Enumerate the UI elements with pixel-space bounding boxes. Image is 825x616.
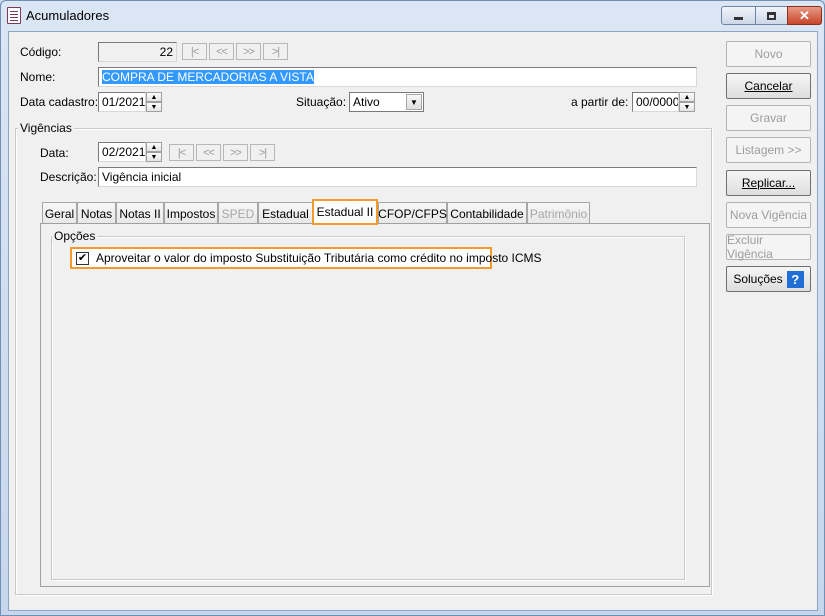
novo-button[interactable]: Novo xyxy=(726,41,811,67)
tab-estadual-ii[interactable]: Estadual II xyxy=(312,199,378,225)
excluir-vigencia-button[interactable]: Excluir Vigência xyxy=(726,233,811,261)
tab-geral[interactable]: Geral xyxy=(42,202,77,224)
excluir-vigencia-button-label: Excluir Vigência xyxy=(727,233,773,261)
opcoes-title: Opções xyxy=(52,229,98,243)
opcoes-group xyxy=(51,236,685,580)
tab-panel-estadual-ii: Opções xyxy=(40,223,710,587)
spin-down-icon[interactable]: ▼ xyxy=(146,102,162,112)
maximize-icon xyxy=(767,11,776,20)
situacao-value: Ativo xyxy=(353,95,380,109)
nova-vigencia-button-label: Nova Vigência xyxy=(729,208,808,222)
descricao-label: Descrição: xyxy=(40,170,97,184)
cancelar-button[interactable]: Cancelar xyxy=(726,73,811,99)
tab-contabilidade[interactable]: Contabilidade xyxy=(447,202,527,224)
form-body: Código: 22 |< << >> >| Nome: COMPRA DE M… xyxy=(8,31,818,611)
situacao-select[interactable]: Ativo ▼ xyxy=(349,92,424,112)
main-window: Acumuladores ✕ Código: 22 |< << >> >| No… xyxy=(0,0,825,616)
vigencia-data-field[interactable]: 02/2021 xyxy=(98,142,146,162)
nova-vigencia-button[interactable]: Nova Vigência xyxy=(726,202,811,228)
gravar-button-label: Gravar xyxy=(750,111,787,125)
replicar-button-label: Replicar... xyxy=(741,176,796,190)
apartir-spinner[interactable]: ▲ ▼ xyxy=(679,92,695,112)
replicar-button[interactable]: Replicar... xyxy=(726,170,811,196)
window-title: Acumuladores xyxy=(26,8,110,23)
maximize-button[interactable] xyxy=(755,6,788,25)
data-cadastro-label: Data cadastro: xyxy=(20,95,98,109)
minimize-icon xyxy=(734,17,743,20)
situacao-label: Situação: xyxy=(296,95,347,109)
minimize-button[interactable] xyxy=(721,6,756,25)
tab-sped: SPED xyxy=(218,202,258,224)
vigencia-next-button[interactable]: >> xyxy=(223,144,248,161)
vigencia-previous-button[interactable]: << xyxy=(196,144,221,161)
solucoes-button-label: Soluções xyxy=(733,272,783,286)
help-icon: ? xyxy=(786,270,804,288)
spin-up-icon[interactable]: ▲ xyxy=(679,92,695,102)
aproveitar-st-option[interactable]: ✔ Aproveitar o valor do imposto Substitu… xyxy=(70,247,542,269)
last-record-button[interactable]: >| xyxy=(263,43,288,60)
listagem-button-label: Listagem >> xyxy=(735,143,802,157)
nome-value: COMPRA DE MERCADORIAS A VISTA xyxy=(102,70,314,84)
close-icon: ✕ xyxy=(799,8,810,23)
tab-impostos[interactable]: Impostos xyxy=(164,202,218,224)
tab-notas[interactable]: Notas xyxy=(77,202,116,224)
previous-record-button[interactable]: << xyxy=(209,43,234,60)
apartir-label: a partir de: xyxy=(571,95,629,109)
gravar-button[interactable]: Gravar xyxy=(726,105,811,131)
vigencia-data-spinner[interactable]: ▲ ▼ xyxy=(146,142,162,162)
data-cadastro-label-text: Data cadastro: xyxy=(20,95,99,109)
novo-button-label: Novo xyxy=(754,47,783,61)
data-cadastro-field[interactable]: 01/2021 xyxy=(98,92,146,112)
codigo-field[interactable]: 22 xyxy=(98,42,177,62)
tab-notas-ii[interactable]: Notas II xyxy=(116,202,164,224)
close-button[interactable]: ✕ xyxy=(787,6,822,25)
nome-field[interactable]: COMPRA DE MERCADORIAS A VISTA xyxy=(98,67,697,87)
aproveitar-st-label: Aproveitar o valor do imposto Substituiç… xyxy=(96,251,542,265)
first-record-button[interactable]: |< xyxy=(182,43,207,60)
codigo-label: Código: xyxy=(20,45,62,59)
vigencia-first-button[interactable]: |< xyxy=(169,144,194,161)
aproveitar-st-checkbox[interactable]: ✔ xyxy=(76,252,89,265)
tab-cfop-cfps[interactable]: CFOP/CFPS xyxy=(378,202,447,224)
solucoes-button[interactable]: Soluções? xyxy=(726,266,811,292)
chevron-down-icon[interactable]: ▼ xyxy=(406,94,422,110)
vigencias-title: Vigências xyxy=(18,121,74,135)
data-cadastro-spinner[interactable]: ▲ ▼ xyxy=(146,92,162,112)
spin-up-icon[interactable]: ▲ xyxy=(146,142,162,152)
spin-down-icon[interactable]: ▼ xyxy=(679,102,695,112)
listagem-button[interactable]: Listagem >> xyxy=(726,137,811,163)
apartir-field[interactable]: 00/0000 xyxy=(632,92,679,112)
nome-label: Nome: xyxy=(20,70,56,84)
next-record-button[interactable]: >> xyxy=(236,43,261,60)
tab-estadual[interactable]: Estadual xyxy=(258,202,313,224)
title-bar[interactable]: Acumuladores ✕ xyxy=(1,1,824,31)
document-icon xyxy=(7,7,21,24)
tab-patrimonio: Patrimônio xyxy=(527,202,590,224)
spin-down-icon[interactable]: ▼ xyxy=(146,152,162,162)
cancelar-button-label: Cancelar xyxy=(744,79,793,93)
vigencia-last-button[interactable]: >| xyxy=(250,144,275,161)
vigencia-data-label: Data: xyxy=(40,146,69,160)
spin-up-icon[interactable]: ▲ xyxy=(146,92,162,102)
descricao-field[interactable]: Vigência inicial xyxy=(98,167,697,187)
